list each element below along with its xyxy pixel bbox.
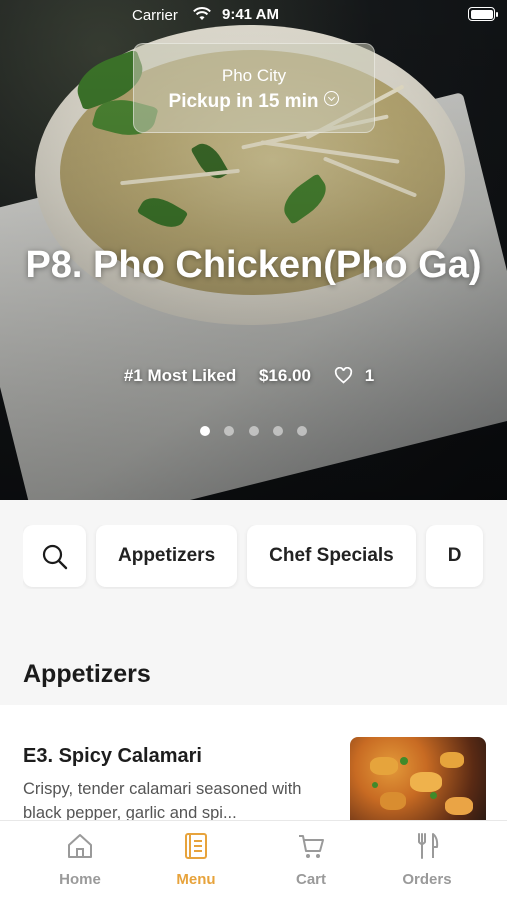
menu-item-card[interactable]: E3. Spicy Calamari Crispy, tender calama… bbox=[0, 705, 507, 837]
category-chip-appetizers[interactable]: Appetizers bbox=[96, 525, 238, 587]
tab-label: Orders bbox=[402, 871, 452, 888]
tab-home[interactable]: Home bbox=[30, 831, 130, 888]
tab-cart[interactable]: Cart bbox=[261, 831, 361, 888]
search-button[interactable] bbox=[23, 525, 86, 587]
fork-knife-icon bbox=[418, 833, 439, 859]
home-icon bbox=[68, 834, 92, 858]
heart-icon bbox=[334, 367, 352, 384]
tab-label: Cart bbox=[295, 871, 326, 888]
featured-rank: #1 Most Liked bbox=[123, 366, 237, 385]
cart-icon bbox=[299, 835, 324, 858]
menu-book-icon bbox=[185, 833, 207, 859]
carousel-dot[interactable] bbox=[224, 426, 235, 436]
pickup-selector[interactable]: Pho City Pickup in 15 min bbox=[133, 43, 375, 133]
category-bar[interactable]: Appetizers Chef Specials D bbox=[23, 525, 507, 589]
tab-label: Home bbox=[59, 871, 101, 888]
tab-label: Menu bbox=[176, 871, 216, 888]
menu-item-description: Crispy, tender calamari seasoned with bl… bbox=[23, 780, 302, 822]
featured-item-title: P8. Pho Chicken(Pho Ga) bbox=[25, 244, 482, 286]
carousel-dot[interactable] bbox=[272, 426, 283, 436]
tab-orders[interactable]: Orders bbox=[377, 831, 477, 888]
carousel-dot[interactable] bbox=[297, 426, 308, 436]
carousel-dot[interactable] bbox=[199, 426, 210, 436]
category-chip-chef-specials[interactable]: Chef Specials bbox=[247, 525, 416, 587]
featured-likes[interactable]: 1 bbox=[334, 366, 383, 385]
tab-menu[interactable]: Menu bbox=[146, 831, 246, 888]
category-chip-more[interactable]: D bbox=[425, 525, 484, 587]
featured-item-meta: #1 Most Liked $16.00 1 bbox=[0, 366, 507, 386]
clock: 9:41 AM bbox=[222, 6, 279, 23]
section-title: Appetizers bbox=[23, 660, 151, 688]
wifi-icon bbox=[193, 7, 211, 20]
chevron-down-icon bbox=[324, 91, 340, 106]
tab-bar: Home Menu Cart Orders bbox=[0, 820, 507, 900]
menu-item-name: E3. Spicy Calamari bbox=[23, 745, 202, 767]
carousel-dot[interactable] bbox=[248, 426, 259, 436]
search-icon bbox=[42, 544, 68, 570]
pickup-eta: Pickup in 15 min bbox=[134, 91, 374, 113]
store-name: Pho City bbox=[221, 66, 287, 85]
featured-price: $16.00 bbox=[258, 366, 311, 385]
hero-image[interactable]: Carrier 9:41 AM Pho City Pickup in 15 mi… bbox=[0, 0, 507, 500]
battery-icon bbox=[468, 7, 498, 21]
status-bar: Carrier 9:41 AM bbox=[0, 0, 507, 30]
carousel-indicator[interactable] bbox=[0, 423, 507, 441]
carrier-label: Carrier bbox=[132, 7, 178, 24]
